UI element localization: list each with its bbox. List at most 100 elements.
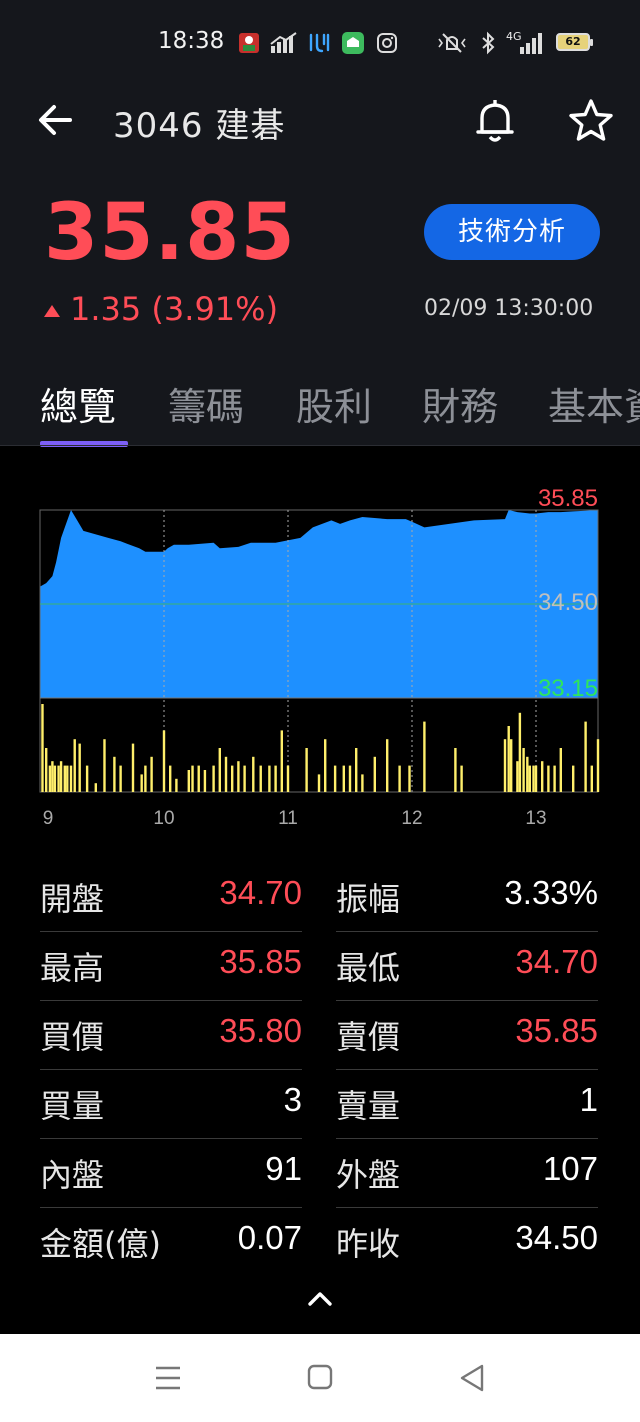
volume-bar bbox=[274, 765, 277, 792]
volume-bar bbox=[78, 743, 81, 792]
stat-label: 賣價 bbox=[336, 1018, 401, 1056]
intraday-chart-svg: 35.85 34.50 33.15 9 10 11 12 13 bbox=[39, 485, 600, 829]
row-divider bbox=[336, 1000, 598, 1001]
volume-bar bbox=[280, 730, 283, 792]
volume-bar bbox=[237, 761, 240, 792]
volume-bar bbox=[66, 765, 69, 792]
volume-bar bbox=[510, 739, 513, 792]
stat-value: 3.33% bbox=[504, 874, 598, 911]
chevron-up-icon[interactable] bbox=[300, 1282, 340, 1312]
volume-bar bbox=[518, 712, 522, 792]
volume-bar bbox=[305, 748, 308, 792]
volume-bar bbox=[541, 761, 544, 792]
network-type: 4G bbox=[506, 30, 522, 43]
volume-bar bbox=[224, 756, 228, 792]
stat-value: 1 bbox=[579, 1081, 598, 1118]
row-divider bbox=[336, 1069, 598, 1070]
volume-bar bbox=[324, 739, 327, 792]
stat-label: 內盤 bbox=[40, 1156, 105, 1194]
stat-value: 34.50 bbox=[515, 1219, 598, 1256]
volume-bar bbox=[522, 748, 525, 792]
volume-bar bbox=[63, 765, 66, 792]
volume-bar bbox=[197, 765, 200, 792]
volume-bar bbox=[373, 756, 376, 792]
stat-value: 35.80 bbox=[219, 1012, 302, 1049]
volume-bar bbox=[57, 765, 60, 792]
volume-bar bbox=[553, 765, 556, 792]
y-label-high: 35.85 bbox=[538, 485, 598, 512]
volume-bar bbox=[317, 774, 321, 792]
volume-bar bbox=[212, 765, 215, 792]
stat-label: 買價 bbox=[40, 1018, 105, 1056]
tab-basic-info[interactable]: 基本資料 bbox=[548, 376, 640, 431]
stat-row: 賣價 35.85 bbox=[336, 1002, 598, 1070]
volume-bar bbox=[355, 748, 358, 792]
tab-financials[interactable]: 財務 bbox=[422, 376, 498, 431]
row-divider bbox=[40, 1069, 302, 1070]
stat-row: 買價 35.80 bbox=[40, 1002, 302, 1070]
home-icon[interactable] bbox=[300, 1360, 340, 1396]
volume-bar bbox=[596, 739, 600, 792]
stat-value: 35.85 bbox=[219, 943, 302, 980]
bell-icon[interactable] bbox=[470, 96, 520, 146]
back-triangle-icon[interactable] bbox=[452, 1360, 492, 1396]
volume-bar bbox=[175, 778, 178, 792]
stat-row: 內盤 91 bbox=[40, 1140, 302, 1208]
y-label-reference: 34.50 bbox=[538, 589, 598, 616]
stat-label: 昨收 bbox=[336, 1225, 401, 1263]
tab-dividends[interactable]: 股利 bbox=[296, 376, 372, 431]
stat-label: 振幅 bbox=[336, 880, 401, 918]
stat-label: 金額(億) bbox=[40, 1225, 161, 1263]
volume-bar bbox=[559, 748, 562, 792]
arrow-left-icon[interactable] bbox=[34, 98, 78, 142]
status-bar: 18:38 4G 62 bbox=[0, 0, 640, 86]
quote-timestamp: 02/09 13:30:00 bbox=[424, 296, 594, 321]
volume-bar bbox=[423, 721, 426, 792]
stat-label: 買量 bbox=[40, 1087, 105, 1125]
instagram-icon bbox=[374, 30, 400, 56]
stat-row: 最低 34.70 bbox=[336, 933, 598, 1001]
line-icon bbox=[340, 30, 366, 56]
volume-bar bbox=[408, 765, 411, 792]
menu-icon[interactable] bbox=[148, 1360, 188, 1396]
row-divider bbox=[40, 1000, 302, 1001]
volume-bar bbox=[150, 756, 153, 792]
volume-bar bbox=[348, 765, 352, 792]
stat-row: 昨收 34.50 bbox=[336, 1209, 598, 1277]
volume-bar bbox=[386, 739, 389, 792]
volume-bar bbox=[144, 765, 147, 792]
stat-value: 3 bbox=[283, 1081, 302, 1118]
technical-analysis-button[interactable]: 技術分析 bbox=[424, 204, 600, 260]
volume-bar bbox=[94, 783, 97, 792]
stat-label: 外盤 bbox=[336, 1156, 401, 1194]
stat-value: 0.07 bbox=[237, 1219, 302, 1256]
tab-chips[interactable]: 籌碼 bbox=[168, 376, 244, 431]
row-divider bbox=[336, 1207, 598, 1208]
volume-bar bbox=[534, 765, 538, 792]
volume-bar bbox=[268, 765, 271, 792]
row-divider bbox=[336, 1138, 598, 1139]
volume-bar bbox=[460, 765, 463, 792]
tab-overview[interactable]: 總覽 bbox=[40, 376, 116, 431]
y-label-low: 33.15 bbox=[538, 675, 598, 702]
intraday-chart[interactable]: 35.85 34.50 33.15 9 10 11 12 13 bbox=[0, 446, 640, 846]
volume-bar bbox=[526, 756, 529, 792]
tab-bar: 總覽 籌碼 股利 財務 基本資料 bbox=[0, 370, 640, 446]
volume-layer bbox=[41, 704, 600, 792]
signal-stats-icon bbox=[270, 30, 298, 56]
star-icon[interactable] bbox=[566, 96, 616, 146]
volume-bar bbox=[516, 761, 519, 792]
volume-bar bbox=[398, 765, 401, 792]
volume-bar bbox=[53, 765, 57, 792]
stat-row: 金額(億) 0.07 bbox=[40, 1209, 302, 1277]
volume-bar bbox=[119, 765, 122, 792]
row-divider bbox=[40, 1138, 302, 1139]
stat-row: 買量 3 bbox=[40, 1071, 302, 1139]
stat-value: 91 bbox=[265, 1150, 302, 1187]
volume-bar bbox=[503, 739, 507, 792]
volume-bar bbox=[532, 765, 535, 792]
system-nav-bar bbox=[0, 1334, 640, 1422]
volume-bar bbox=[203, 770, 207, 792]
volume-bar bbox=[45, 748, 48, 792]
volume-bar bbox=[572, 765, 575, 792]
